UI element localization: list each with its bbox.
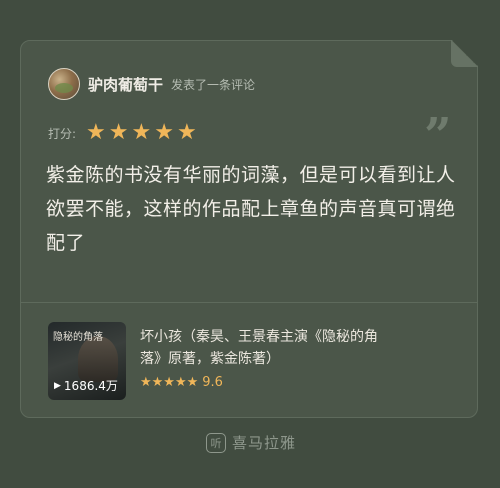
book-cover[interactable]: 隐秘的角落 ▶ 1686.4万 — [48, 322, 126, 400]
star-icon: ★ — [86, 120, 106, 145]
star-icon: ★ — [154, 120, 174, 145]
divider — [21, 302, 477, 303]
user-avatar[interactable] — [48, 68, 80, 100]
star-icon: ★ — [131, 120, 152, 145]
rating-row: 打分: ★ ★ ★ ★ ★ — [48, 122, 197, 144]
username[interactable]: 驴肉葡萄干 — [88, 74, 163, 95]
comment-text: 紫金陈的书没有华丽的词藻，但是可以看到让人欲罢不能，这样的作品配上章鱼的声音真可… — [46, 164, 456, 254]
post-action-text: 发表了一条评论 — [171, 77, 256, 92]
play-count: ▶ 1686.4万 — [54, 377, 118, 394]
quote-icon: ” — [424, 108, 452, 164]
card-folded-corner — [451, 40, 478, 67]
book-title[interactable]: 坏小孩（秦昊、王景春主演《隐秘的角落》原著，紫金陈著） — [140, 326, 390, 370]
star-icon: ★ — [176, 120, 197, 145]
play-icon: ▶ — [54, 380, 61, 391]
rating-stars: ★ ★ ★ ★ ★ — [86, 122, 197, 144]
rating-label: 打分: — [48, 126, 77, 141]
play-count-value: 1686.4万 — [63, 379, 118, 393]
cover-title: 隐秘的角落 — [53, 332, 103, 343]
comment-header: 驴肉葡萄干 发表了一条评论 — [48, 67, 255, 101]
ximalaya-logo-icon: 听 — [206, 432, 226, 453]
book-rating: ★★★★★ 9.6 — [140, 375, 223, 390]
brand-footer: 听 喜马拉雅 — [206, 432, 296, 453]
brand-name: 喜马拉雅 — [232, 434, 297, 452]
book-stars: ★★★★★ — [140, 375, 199, 390]
book-score: 9.6 — [202, 375, 223, 390]
star-icon: ★ — [108, 120, 129, 145]
